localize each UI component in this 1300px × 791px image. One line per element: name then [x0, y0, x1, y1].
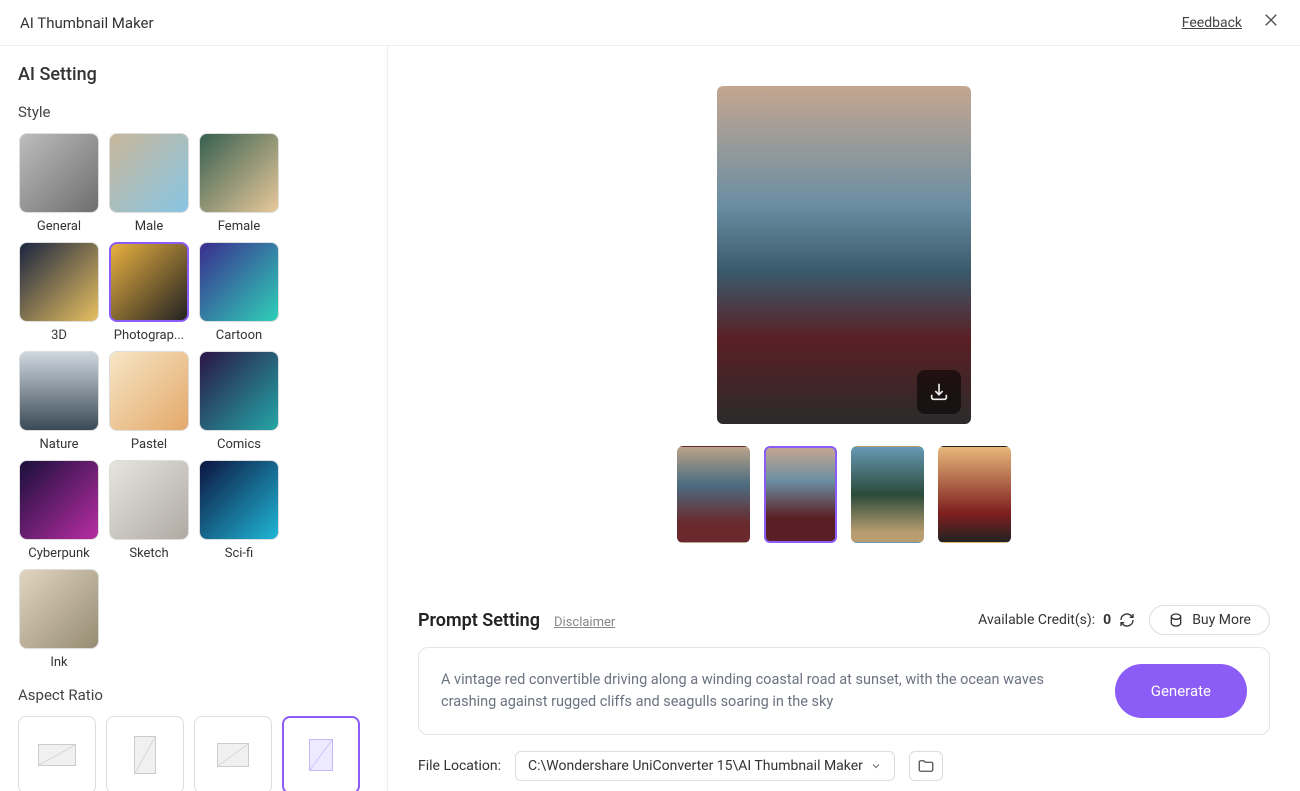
- aspect-box: [194, 716, 272, 791]
- style-option-female[interactable]: Female: [198, 133, 280, 234]
- close-icon: [1262, 11, 1280, 29]
- result-thumbnail-3[interactable]: [938, 446, 1011, 543]
- style-label: Sci-fi: [199, 546, 279, 561]
- chevron-down-icon: [870, 760, 882, 772]
- main-area: Prompt Setting Disclaimer Available Cred…: [388, 46, 1300, 791]
- style-thumb: [19, 460, 99, 540]
- style-label: 3D: [19, 328, 99, 343]
- style-label: Pastel: [109, 437, 189, 452]
- style-thumb: [199, 242, 279, 322]
- sidebar: AI Setting Style General Male Female 3D Phot…: [0, 46, 388, 791]
- aspect-shape: [309, 739, 333, 771]
- credits-value: 0: [1103, 612, 1111, 628]
- app-title: AI Thumbnail Maker: [20, 14, 154, 32]
- style-option-cartoon[interactable]: Cartoon: [198, 242, 280, 343]
- style-option-photograp-[interactable]: Photograp...: [108, 242, 190, 343]
- aspect-option-4-3[interactable]: 4:3: [194, 716, 272, 791]
- aspect-shape: [134, 736, 156, 774]
- refresh-icon[interactable]: [1119, 612, 1135, 628]
- style-thumb: [19, 133, 99, 213]
- style-option-3d[interactable]: 3D: [18, 242, 100, 343]
- style-thumb: [109, 242, 189, 322]
- style-label: Ink: [19, 655, 99, 670]
- style-option-comics[interactable]: Comics: [198, 351, 280, 452]
- style-thumb: [109, 460, 189, 540]
- buy-more-button[interactable]: Buy More: [1149, 605, 1270, 635]
- aspect-option-16-9[interactable]: 16:9: [18, 716, 96, 791]
- style-option-male[interactable]: Male: [108, 133, 190, 234]
- style-option-sci-fi[interactable]: Sci-fi: [198, 460, 280, 561]
- file-location-path: C:\Wondershare UniConverter 15\AI Thumbn…: [528, 758, 863, 774]
- open-folder-button[interactable]: [909, 751, 943, 781]
- style-thumb: [19, 242, 99, 322]
- buy-more-label: Buy More: [1192, 612, 1251, 628]
- style-option-cyberpunk[interactable]: Cyberpunk: [18, 460, 100, 561]
- style-label: Male: [109, 219, 189, 234]
- aspect-box: [106, 716, 184, 791]
- style-thumb: [19, 351, 99, 431]
- file-location-label: File Location:: [418, 758, 501, 774]
- style-label: Cartoon: [199, 328, 279, 343]
- style-thumb: [19, 569, 99, 649]
- style-option-pastel[interactable]: Pastel: [108, 351, 190, 452]
- feedback-link[interactable]: Feedback: [1182, 15, 1242, 31]
- aspect-option-3-4[interactable]: 3:4: [282, 716, 360, 791]
- style-label: Cyberpunk: [19, 546, 99, 561]
- download-button[interactable]: [917, 370, 961, 414]
- style-option-general[interactable]: General: [18, 133, 100, 234]
- style-thumb: [199, 351, 279, 431]
- preview-image: [717, 86, 971, 424]
- folder-icon: [917, 757, 935, 775]
- generate-button[interactable]: Generate: [1115, 664, 1247, 718]
- prompt-setting-heading: Prompt Setting: [418, 610, 540, 631]
- download-icon: [928, 381, 950, 403]
- prompt-input[interactable]: [441, 669, 1095, 713]
- aspect-shape: [38, 744, 76, 766]
- ai-setting-heading: AI Setting: [18, 64, 369, 85]
- style-label: Sketch: [109, 546, 189, 561]
- style-thumb: [109, 351, 189, 431]
- aspect-box: [282, 716, 360, 791]
- style-option-ink[interactable]: Ink: [18, 569, 100, 670]
- aspect-shape: [217, 743, 249, 767]
- style-section-label: Style: [18, 103, 369, 121]
- credit-icon: [1168, 612, 1184, 628]
- style-thumb: [199, 133, 279, 213]
- style-label: Nature: [19, 437, 99, 452]
- style-label: Comics: [199, 437, 279, 452]
- credits-label: Available Credit(s):: [978, 612, 1095, 628]
- style-thumb: [199, 460, 279, 540]
- disclaimer-link[interactable]: Disclaimer: [554, 615, 615, 630]
- result-thumbnail-0[interactable]: [677, 446, 750, 543]
- style-label: Female: [199, 219, 279, 234]
- aspect-ratio-section-label: Aspect Ratio: [18, 686, 369, 704]
- result-thumbnail-2[interactable]: [851, 446, 924, 543]
- style-option-sketch[interactable]: Sketch: [108, 460, 190, 561]
- file-location-select[interactable]: C:\Wondershare UniConverter 15\AI Thumbn…: [515, 751, 895, 781]
- aspect-option-9-16[interactable]: 9:16: [106, 716, 184, 791]
- style-option-nature[interactable]: Nature: [18, 351, 100, 452]
- close-button[interactable]: [1262, 10, 1280, 35]
- style-label: Photograp...: [109, 328, 189, 343]
- credits-display: Available Credit(s): 0: [978, 612, 1135, 628]
- style-label: General: [19, 219, 99, 234]
- result-thumbnail-1[interactable]: [764, 446, 837, 543]
- style-thumb: [109, 133, 189, 213]
- aspect-box: [18, 716, 96, 791]
